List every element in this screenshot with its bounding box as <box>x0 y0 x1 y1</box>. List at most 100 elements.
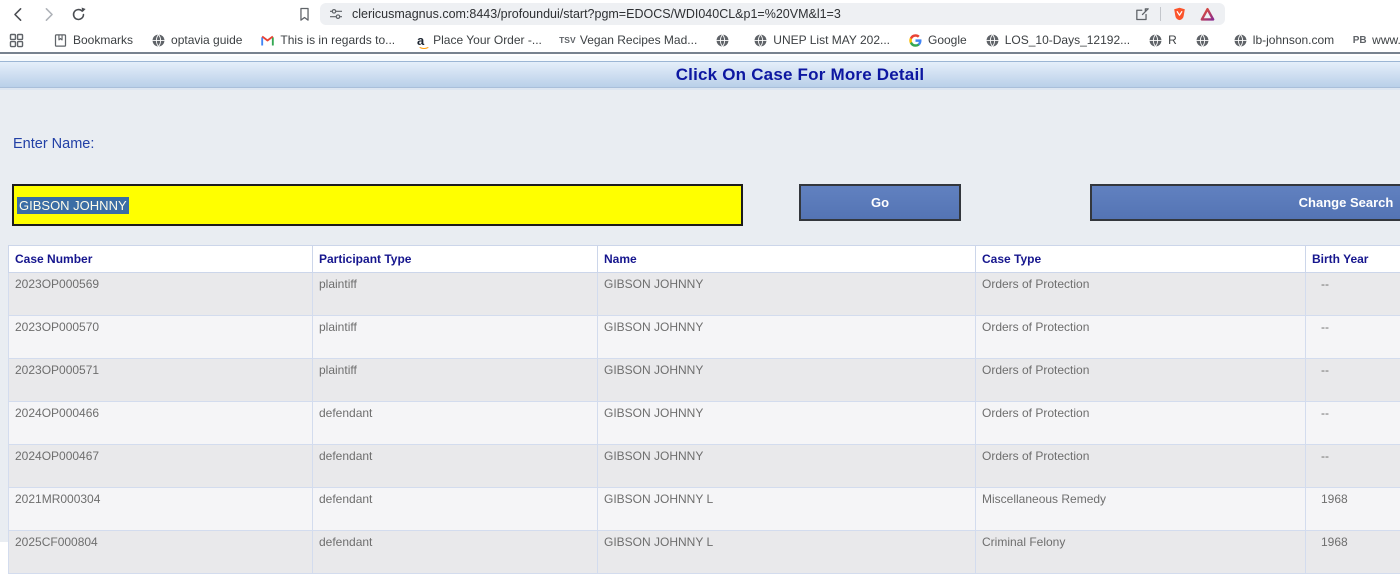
cell-case-number: 2024OP000467 <box>9 445 313 488</box>
column-header-participant-type: Participant Type <box>313 246 598 273</box>
bookmark-label: www.phaedrabotani... <box>1372 33 1400 47</box>
table-row[interactable]: 2023OP000571 plaintiff GIBSON JOHNNY Ord… <box>9 359 1400 402</box>
globe-icon <box>1233 33 1248 48</box>
cell-name: GIBSON JOHNNY <box>598 402 976 445</box>
cell-birth-year: 1968 <box>1306 488 1400 531</box>
url-text[interactable]: clericusmagnus.com:8443/profoundui/start… <box>352 7 1124 21</box>
cell-participant-type: plaintiff <box>313 273 598 316</box>
cell-case-number: 2023OP000569 <box>9 273 313 316</box>
cell-case-number: 2025CF000804 <box>9 531 313 574</box>
name-input-selected-text: GIBSON JOHNNY <box>17 197 129 214</box>
change-search-button[interactable]: Change Search <box>1090 184 1400 221</box>
bookmark-item-google[interactable]: Google <box>908 33 967 48</box>
page-content: Click On Case For More Detail Enter Name… <box>0 56 1400 542</box>
bookmark-label: Google <box>928 33 967 47</box>
bookmark-item-gmail[interactable]: This is in regards to... <box>260 33 395 48</box>
cell-birth-year: -- <box>1306 316 1400 359</box>
cell-birth-year: -- <box>1306 445 1400 488</box>
bookmarks-bar: Bookmarks optavia guide This is in regar… <box>0 28 1400 54</box>
page-title: Click On Case For More Detail <box>676 65 925 85</box>
cell-case-number: 2023OP000571 <box>9 359 313 402</box>
cell-case-type: Orders of Protection <box>976 316 1306 359</box>
go-button[interactable]: Go <box>799 184 961 221</box>
bookmark-item-untitled-2[interactable] <box>1195 33 1215 48</box>
forward-icon[interactable] <box>38 4 58 24</box>
bookmark-label: This is in regards to... <box>280 33 395 47</box>
table-row[interactable]: 2024OP000466 defendant GIBSON JOHNNY Ord… <box>9 402 1400 445</box>
cell-name: GIBSON JOHNNY L <box>598 531 976 574</box>
table-row[interactable]: 2023OP000570 plaintiff GIBSON JOHNNY Ord… <box>9 316 1400 359</box>
triangle-extension-icon[interactable] <box>1197 4 1217 24</box>
bookmark-item-untitled-1[interactable] <box>715 33 735 48</box>
back-icon[interactable] <box>8 4 28 24</box>
bookmark-item-optavia[interactable]: optavia guide <box>151 33 242 48</box>
column-header-name: Name <box>598 246 976 273</box>
bookmark-item-r[interactable]: R <box>1148 33 1177 48</box>
bookmark-item-phaedrabotanica[interactable]: PB www.phaedrabotani... <box>1352 33 1400 48</box>
bookmark-label: LOS_10-Days_12192... <box>1005 33 1130 47</box>
table-row[interactable]: 2024OP000467 defendant GIBSON JOHNNY Ord… <box>9 445 1400 488</box>
cell-participant-type: defendant <box>313 531 598 574</box>
share-icon[interactable] <box>1132 4 1152 24</box>
bookmark-label: optavia guide <box>171 33 242 47</box>
gmail-icon <box>260 33 275 48</box>
column-header-case-number: Case Number <box>9 246 313 273</box>
name-input[interactable]: GIBSON JOHNNY <box>12 184 743 226</box>
bookmarks-folder-icon <box>53 33 68 48</box>
cell-case-number: 2021MR000304 <box>9 488 313 531</box>
cell-name: GIBSON JOHNNY L <box>598 488 976 531</box>
bookmark-label: lb-johnson.com <box>1253 33 1334 47</box>
tsv-icon: TSV <box>560 33 575 48</box>
bookmark-item-unep-list[interactable]: UNEP List MAY 202... <box>753 33 890 48</box>
globe-icon <box>151 33 166 48</box>
site-settings-icon[interactable] <box>328 6 344 22</box>
cell-participant-type: defendant <box>313 488 598 531</box>
cell-participant-type: defendant <box>313 402 598 445</box>
url-bar[interactable]: clericusmagnus.com:8443/profoundui/start… <box>320 3 1225 25</box>
table-header-row: Case Number Participant Type Name Case T… <box>9 246 1400 273</box>
column-header-case-type: Case Type <box>976 246 1306 273</box>
cell-participant-type: plaintiff <box>313 316 598 359</box>
cell-case-type: Orders of Protection <box>976 359 1306 402</box>
bookmark-item-amazon[interactable]: a Place Your Order -... <box>413 33 542 48</box>
bookmark-item-vegan-recipes[interactable]: TSV Vegan Recipes Mad... <box>560 33 697 48</box>
reload-icon[interactable] <box>68 4 88 24</box>
cell-case-type: Orders of Protection <box>976 273 1306 316</box>
cell-case-number: 2024OP000466 <box>9 402 313 445</box>
table-row[interactable]: 2021MR000304 defendant GIBSON JOHNNY L M… <box>9 488 1400 531</box>
brave-shield-icon[interactable] <box>1169 4 1189 24</box>
cell-case-type: Miscellaneous Remedy <box>976 488 1306 531</box>
column-header-birth-year: Birth Year <box>1306 246 1400 273</box>
bookmark-item-bookmarks[interactable]: Bookmarks <box>53 33 133 48</box>
bookmark-label: R <box>1168 33 1177 47</box>
cell-case-type: Orders of Protection <box>976 445 1306 488</box>
cell-name: GIBSON JOHNNY <box>598 445 976 488</box>
cell-birth-year: -- <box>1306 402 1400 445</box>
table-row[interactable]: 2025CF000804 defendant GIBSON JOHNNY L C… <box>9 531 1400 574</box>
case-table: Case Number Participant Type Name Case T… <box>8 245 1400 574</box>
table-row[interactable]: 2023OP000569 plaintiff GIBSON JOHNNY Ord… <box>9 273 1400 316</box>
globe-icon <box>1148 33 1163 48</box>
cell-case-type: Orders of Protection <box>976 402 1306 445</box>
cell-birth-year: 1968 <box>1306 531 1400 574</box>
bookmark-label: Place Your Order -... <box>433 33 542 47</box>
bookmark-item-los-10-days[interactable]: LOS_10-Days_12192... <box>985 33 1130 48</box>
cell-case-type: Criminal Felony <box>976 531 1306 574</box>
globe-icon <box>753 33 768 48</box>
cell-birth-year: -- <box>1306 359 1400 402</box>
apps-grid-icon[interactable] <box>8 30 25 50</box>
cell-name: GIBSON JOHNNY <box>598 316 976 359</box>
cell-name: GIBSON JOHNNY <box>598 273 976 316</box>
cell-participant-type: defendant <box>313 445 598 488</box>
globe-icon <box>1195 33 1210 48</box>
cell-name: GIBSON JOHNNY <box>598 359 976 402</box>
bookmark-label: UNEP List MAY 202... <box>773 33 890 47</box>
pb-icon: PB <box>1352 33 1367 48</box>
bookmark-item-lb-johnson[interactable]: lb-johnson.com <box>1233 33 1334 48</box>
bookmark-ribbon-icon[interactable] <box>294 4 314 24</box>
cell-participant-type: plaintiff <box>313 359 598 402</box>
browser-toolbar: clericusmagnus.com:8443/profoundui/start… <box>0 0 1400 28</box>
globe-icon <box>715 33 730 48</box>
globe-icon <box>985 33 1000 48</box>
bookmark-label: Vegan Recipes Mad... <box>580 33 697 47</box>
